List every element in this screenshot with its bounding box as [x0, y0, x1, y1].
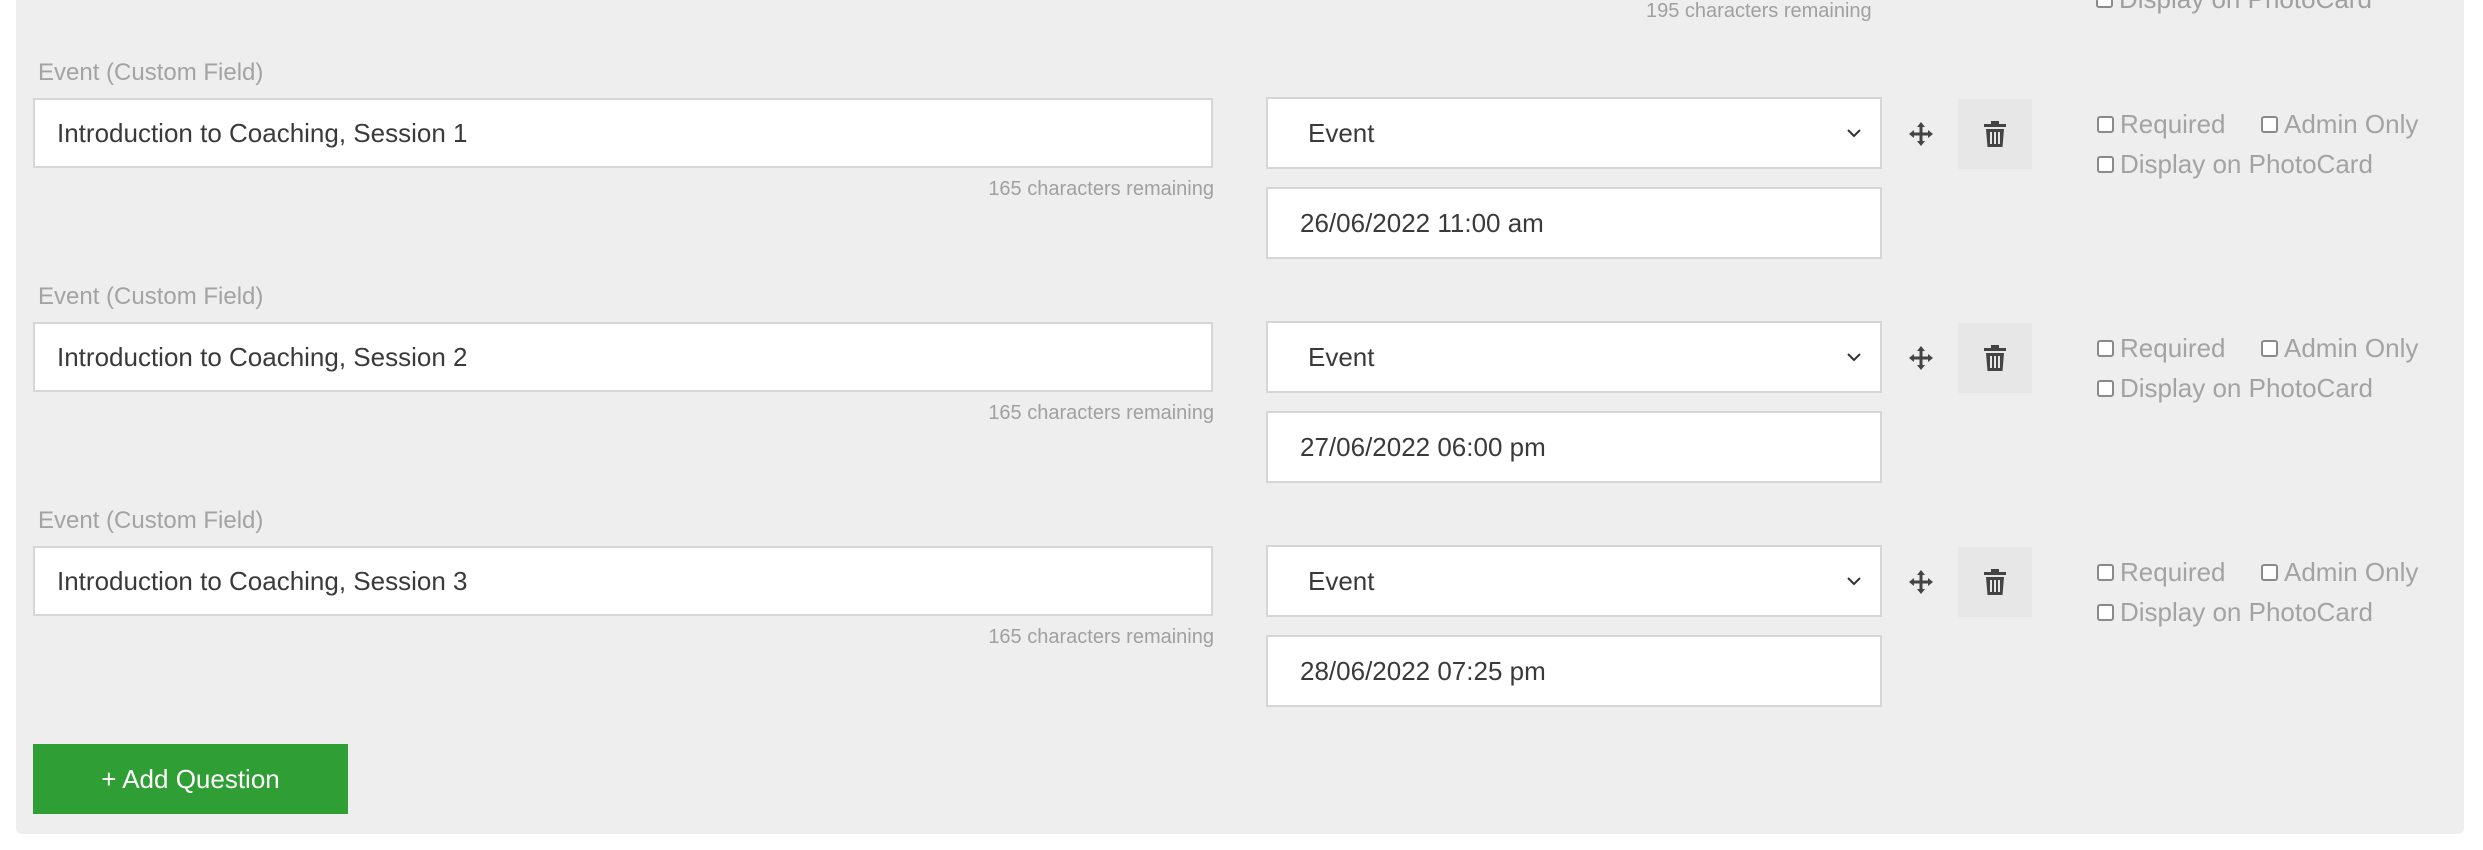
delete-question-button[interactable]	[1958, 547, 2032, 617]
display-photocard-label-previous: Display on PhotoCard	[2119, 0, 2372, 15]
question-row: Event (Custom Field) 165 characters rema…	[0, 507, 2483, 731]
chevron-down-icon	[1847, 129, 1861, 138]
admin-only-checkbox[interactable]	[2261, 116, 2278, 133]
required-option[interactable]: Required	[2097, 333, 2226, 364]
field-label: Event (Custom Field)	[38, 507, 264, 534]
question-type-value: Event	[1308, 117, 1375, 148]
trash-icon	[1984, 121, 2006, 147]
question-type-select[interactable]: Event	[1266, 321, 1882, 393]
move-arrows-icon	[1909, 570, 1933, 594]
question-row: Event (Custom Field) 165 characters rema…	[0, 59, 2483, 283]
display-photocard-label: Display on PhotoCard	[2120, 149, 2373, 179]
chars-remaining-previous: 195 characters remaining	[1646, 0, 1872, 22]
delete-question-button[interactable]	[1958, 99, 2032, 169]
field-label: Event (Custom Field)	[38, 283, 264, 310]
display-photocard-option[interactable]: Display on PhotoCard	[2097, 149, 2373, 180]
admin-only-option[interactable]: Admin Only	[2261, 557, 2418, 588]
admin-only-checkbox[interactable]	[2261, 340, 2278, 357]
admin-only-option[interactable]: Admin Only	[2261, 333, 2418, 364]
trash-icon	[1984, 345, 2006, 371]
display-photocard-checkbox[interactable]	[2097, 604, 2114, 621]
display-photocard-label: Display on PhotoCard	[2120, 597, 2373, 627]
required-checkbox[interactable]	[2097, 564, 2114, 581]
question-type-value: Event	[1308, 565, 1375, 596]
required-label: Required	[2120, 557, 2226, 587]
display-photocard-option[interactable]: Display on PhotoCard	[2097, 373, 2373, 404]
required-label: Required	[2120, 109, 2226, 139]
display-photocard-checkbox-previous[interactable]	[2096, 0, 2113, 8]
add-question-button[interactable]: + Add Question	[33, 744, 348, 814]
admin-only-checkbox[interactable]	[2261, 564, 2278, 581]
question-text-input[interactable]	[33, 546, 1213, 616]
question-text-input[interactable]	[33, 322, 1213, 392]
required-label: Required	[2120, 333, 2226, 363]
question-type-value: Event	[1308, 341, 1375, 372]
move-arrows-icon	[1909, 346, 1933, 370]
chars-remaining: 165 characters remaining	[988, 178, 1214, 200]
required-checkbox[interactable]	[2097, 116, 2114, 133]
event-date-input[interactable]	[1266, 187, 1882, 259]
chars-remaining: 165 characters remaining	[988, 402, 1214, 424]
event-date-input[interactable]	[1266, 411, 1882, 483]
display-photocard-option-previous[interactable]: Display on PhotoCard	[2096, 0, 2372, 15]
field-label: Event (Custom Field)	[38, 59, 264, 86]
delete-question-button[interactable]	[1958, 323, 2032, 393]
chars-remaining: 165 characters remaining	[988, 626, 1214, 648]
display-photocard-label: Display on PhotoCard	[2120, 373, 2373, 403]
required-option[interactable]: Required	[2097, 557, 2226, 588]
question-type-select[interactable]: Event	[1266, 97, 1882, 169]
display-photocard-checkbox[interactable]	[2097, 380, 2114, 397]
admin-only-label: Admin Only	[2284, 109, 2419, 139]
chevron-down-icon	[1847, 353, 1861, 362]
chevron-down-icon	[1847, 577, 1861, 586]
move-handle[interactable]	[1894, 331, 1948, 385]
question-row: Event (Custom Field) 165 characters rema…	[0, 283, 2483, 507]
display-photocard-checkbox[interactable]	[2097, 156, 2114, 173]
admin-only-label: Admin Only	[2284, 557, 2419, 587]
admin-only-label: Admin Only	[2284, 333, 2419, 363]
question-type-select[interactable]: Event	[1266, 545, 1882, 617]
event-date-input[interactable]	[1266, 635, 1882, 707]
move-handle[interactable]	[1894, 555, 1948, 609]
question-text-input[interactable]	[33, 98, 1213, 168]
move-arrows-icon	[1909, 122, 1933, 146]
display-photocard-option[interactable]: Display on PhotoCard	[2097, 597, 2373, 628]
required-checkbox[interactable]	[2097, 340, 2114, 357]
admin-only-option[interactable]: Admin Only	[2261, 109, 2418, 140]
trash-icon	[1984, 569, 2006, 595]
move-handle[interactable]	[1894, 107, 1948, 161]
required-option[interactable]: Required	[2097, 109, 2226, 140]
